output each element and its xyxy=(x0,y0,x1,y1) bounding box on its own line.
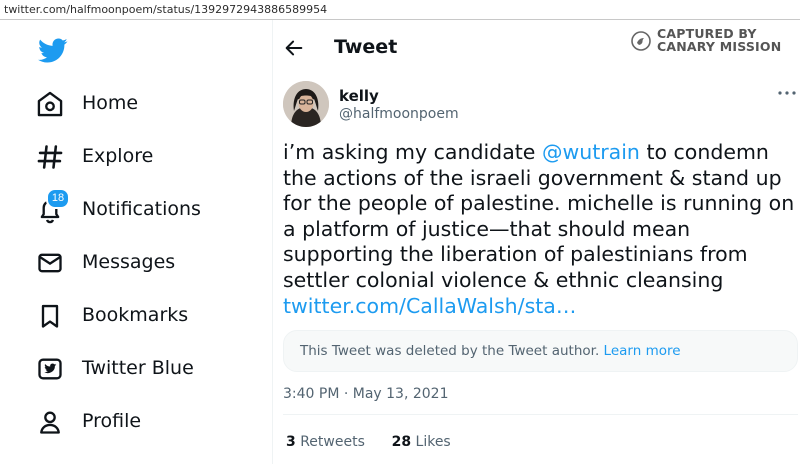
more-options-icon[interactable] xyxy=(776,88,798,98)
learn-more-link[interactable]: Learn more xyxy=(604,343,681,359)
mention-link[interactable]: @wutrain xyxy=(542,140,640,164)
likes-label: Likes xyxy=(415,434,451,450)
likes-count: 28 xyxy=(391,434,412,450)
tweet-text-part: i’m asking my candidate xyxy=(283,140,542,164)
watermark-line-2: CANARY MISSION xyxy=(657,39,782,54)
author-name[interactable]: kelly xyxy=(339,87,379,105)
quoted-tweet-deleted-notice: This Tweet was deleted by the Tweet auth… xyxy=(283,330,798,372)
tweet-text: i’m asking my candidate @wutrain to cond… xyxy=(283,140,798,319)
twitter-bird-icon[interactable] xyxy=(38,38,68,64)
sidebar-item-label: Explore xyxy=(82,145,154,167)
sidebar-nav: Home Explore 18 Notifications Messages B… xyxy=(0,20,270,464)
tweet-stats: 3 Retweets 28 Likes xyxy=(286,434,451,450)
deleted-notice-text: This Tweet was deleted by the Tweet auth… xyxy=(300,343,600,359)
tweet-column: Tweet CAPTURED BY CANARY MISSION kelly @… xyxy=(273,20,800,464)
sidebar-item-messages[interactable]: Messages xyxy=(36,241,256,281)
tweet-url-link[interactable]: twitter.com/CallaWalsh/sta… xyxy=(283,294,576,318)
retweets-label: Retweets xyxy=(300,434,365,450)
avatar[interactable] xyxy=(283,81,329,127)
stats-divider xyxy=(283,414,798,415)
sidebar-item-label: Bookmarks xyxy=(82,304,189,326)
sidebar-item-label: Messages xyxy=(82,251,176,273)
back-arrow-icon[interactable] xyxy=(283,37,305,59)
sidebar-item-profile[interactable]: Profile xyxy=(36,400,256,440)
bookmark-icon xyxy=(41,304,59,328)
home-icon xyxy=(37,91,63,117)
sidebar-item-bookmarks[interactable]: Bookmarks xyxy=(36,294,256,334)
sidebar-item-label: Twitter Blue xyxy=(82,357,194,379)
author-handle[interactable]: @halfmoonpoem xyxy=(339,106,459,122)
sidebar-item-label: Notifications xyxy=(82,198,201,220)
person-icon xyxy=(40,411,60,434)
sidebar-item-label: Home xyxy=(82,92,139,114)
likes-stat[interactable]: 28 Likes xyxy=(392,434,451,450)
tweet-timestamp[interactable]: 3:40 PM · May 13, 2021 xyxy=(283,386,449,402)
sidebar-item-twitter-blue[interactable]: Twitter Blue xyxy=(36,347,256,387)
address-bar[interactable]: twitter.com/halfmoonpoem/status/13929729… xyxy=(0,0,800,20)
retweets-count: 3 xyxy=(286,434,296,450)
page-title: Tweet xyxy=(334,36,398,58)
envelope-icon xyxy=(38,253,62,273)
sidebar-item-notifications[interactable]: 18 Notifications xyxy=(36,188,256,228)
avatar-photo-icon xyxy=(283,81,329,127)
hashtag-icon xyxy=(37,145,63,169)
canary-mission-logo-icon xyxy=(631,31,651,51)
sidebar-item-explore[interactable]: Explore xyxy=(36,135,256,175)
sidebar-item-home[interactable]: Home xyxy=(36,82,256,122)
sidebar-item-label: Profile xyxy=(82,410,142,432)
retweets-stat[interactable]: 3 Retweets xyxy=(286,434,365,450)
watermark: CAPTURED BY CANARY MISSION xyxy=(631,27,800,63)
twitter-blue-icon xyxy=(38,358,62,380)
notification-badge: 18 xyxy=(46,188,70,209)
